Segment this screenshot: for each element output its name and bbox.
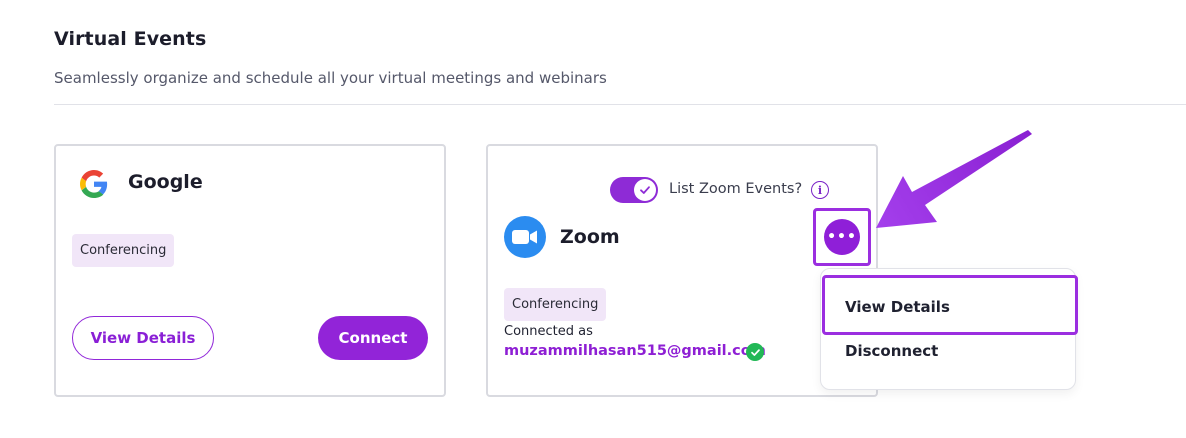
zoom-conferencing-tag: Conferencing [504,288,607,321]
menu-item-view-details[interactable]: View Details [845,298,950,316]
google-card: Google Conferencing View Details Connect [54,144,446,397]
connected-email: muzammilhasan515@gmail.com [504,343,766,359]
google-view-details-button[interactable]: View Details [72,316,214,360]
list-zoom-events-label: List Zoom Events? [669,181,803,197]
zoom-name: Zoom [560,226,620,248]
connected-as-label: Connected as [504,324,593,339]
list-zoom-events-toggle[interactable] [610,177,658,203]
zoom-logo-icon [504,216,546,258]
toggle-knob [634,179,656,201]
more-options-button[interactable]: ••• [824,219,860,255]
menu-item-disconnect[interactable]: Disconnect [845,342,938,360]
google-logo-icon [80,170,108,198]
video-camera-icon [512,230,537,244]
divider [54,104,1186,105]
section-subtitle: Seamlessly organize and schedule all you… [54,69,607,87]
section-title: Virtual Events [54,28,207,50]
more-button-highlight: ••• [813,208,871,266]
google-name: Google [128,171,203,193]
google-conferencing-tag: Conferencing [72,234,175,267]
check-icon [640,186,650,194]
verified-check-icon [746,343,764,361]
info-icon[interactable]: i [811,181,829,199]
google-connect-button[interactable]: Connect [318,316,428,360]
